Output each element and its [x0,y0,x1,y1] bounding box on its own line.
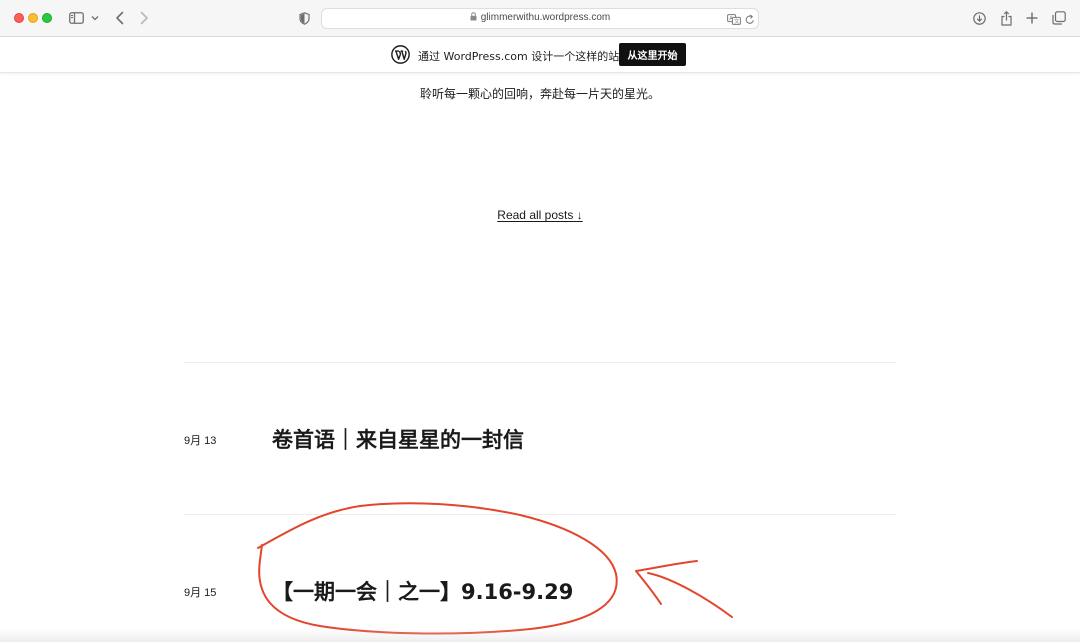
post-title-link[interactable]: 卷首语｜来自星星的一封信 [272,424,524,454]
arrow-down-icon: ↓ [576,208,583,222]
reload-icon[interactable] [745,10,755,28]
tab-overview-icon[interactable] [1052,9,1066,27]
privacy-shield-icon[interactable] [299,9,310,27]
lock-icon [470,12,477,21]
svg-text:A: A [729,16,733,22]
zoom-window-button[interactable] [42,13,52,23]
read-all-posts-label: Read all posts [497,208,574,222]
annotation-arrow [647,572,733,618]
address-bar[interactable]: glimmerwithu.wordpress.com A文 [321,8,759,29]
new-tab-icon[interactable] [1026,9,1038,27]
post-date: 9月 15 [184,587,217,599]
download-icon[interactable] [973,9,986,27]
wordpress-logo-icon[interactable] [391,45,410,64]
divider [184,514,896,515]
start-here-button[interactable]: 从这里开始 [619,43,686,66]
read-all-posts: Read all posts ↓ [0,208,1080,222]
share-icon[interactable] [1001,9,1012,27]
window-bottom-edge [0,628,1080,642]
annotation-arrowhead [635,560,698,605]
wordpress-banner: 通过 WordPress.com 设计一个这样的站点 从这里开始 [0,37,1080,73]
forward-icon[interactable] [140,9,149,27]
sidebar-icon[interactable] [69,9,84,27]
minimize-window-button[interactable] [28,13,38,23]
banner-text[interactable]: 通过 WordPress.com 设计一个这样的站点 [418,48,630,64]
translate-icon[interactable]: A文 [727,10,741,28]
browser-toolbar: glimmerwithu.wordpress.com A文 [0,0,1080,37]
annotation-circle [257,502,618,635]
post-title-link[interactable]: 【一期一会｜之一】9.16-9.29 [272,576,573,606]
url-text: glimmerwithu.wordpress.com [480,12,611,23]
post-date: 9月 13 [184,435,217,447]
close-window-button[interactable] [14,13,24,23]
chevron-down-icon[interactable] [91,9,99,27]
read-all-posts-link[interactable]: Read all posts ↓ [497,208,582,222]
svg-text:文: 文 [734,18,739,25]
divider [184,362,896,363]
site-tagline: 聆听每一颗心的回响，奔赴每一片天的星光。 [419,87,660,101]
back-icon[interactable] [115,9,124,27]
